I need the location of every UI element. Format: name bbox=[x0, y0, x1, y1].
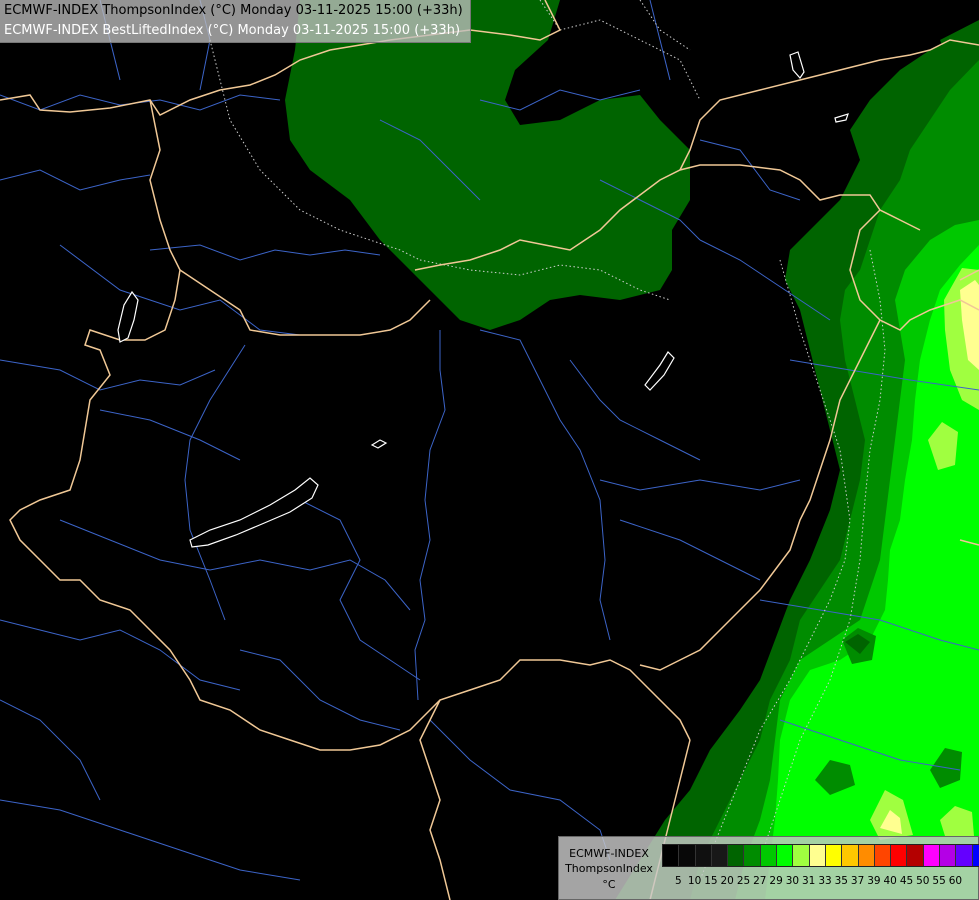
legend-tick-label: 20 bbox=[720, 875, 734, 887]
legend-tick-label: 37 bbox=[850, 875, 865, 887]
legend-swatch bbox=[663, 845, 680, 866]
legend-tick-labels: 5 10 15 20 25 27 29 30 31 33 35 37 39 40 45 50 55 60 bbox=[662, 875, 979, 889]
map-title-box: ECMWF-INDEX ThompsonIndex (°C) Monday 03… bbox=[0, 0, 471, 43]
legend-tick-label: 33 bbox=[818, 875, 832, 887]
title-line-best-lifted-index: ECMWF-INDEX BestLiftedIndex (°C) Monday … bbox=[4, 23, 461, 38]
legend-tick-label: 40 bbox=[883, 875, 897, 887]
legend-swatch bbox=[777, 845, 794, 866]
legend-tick-label: 50 bbox=[916, 875, 930, 887]
legend-swatch bbox=[956, 845, 973, 866]
legend-swatch bbox=[760, 845, 778, 866]
legend-tick-label: 5 bbox=[674, 875, 682, 887]
legend-swatch bbox=[923, 845, 941, 866]
legend-swatch bbox=[858, 845, 875, 866]
legend-swatch bbox=[744, 845, 761, 866]
legend-unit-label: °C bbox=[602, 878, 616, 891]
legend-tick-label: 27 bbox=[753, 875, 767, 887]
legend-swatch bbox=[793, 845, 810, 866]
legend-swatch bbox=[940, 845, 957, 866]
legend-swatch bbox=[711, 845, 729, 866]
legend-swatch bbox=[842, 845, 859, 866]
legend-swatch bbox=[907, 845, 924, 866]
legend-swatch bbox=[679, 845, 696, 866]
legend-swatch bbox=[809, 845, 826, 866]
title-line-thompson-index: ECMWF-INDEX ThompsonIndex (°C) Monday 03… bbox=[4, 3, 463, 18]
legend-swatch bbox=[972, 845, 979, 866]
legend-tick-label: 30 bbox=[785, 875, 800, 887]
color-legend: ECMWF-INDEX ThompsonIndex °C 5 10 15 20 25 27… bbox=[558, 836, 979, 900]
legend-model-label: ECMWF-INDEX bbox=[569, 847, 649, 860]
legend-swatch bbox=[695, 845, 712, 866]
legend-tick-label: 29 bbox=[769, 875, 783, 887]
legend-tick-label: 39 bbox=[867, 875, 881, 887]
legend-swatch bbox=[891, 845, 908, 866]
legend-tick-label: 31 bbox=[802, 875, 816, 887]
weather-map bbox=[0, 0, 979, 900]
legend-swatch bbox=[728, 845, 745, 866]
legend-color-scale bbox=[662, 844, 979, 867]
legend-tick-label: 25 bbox=[736, 875, 751, 887]
legend-tick-label: 60 bbox=[948, 875, 963, 887]
legend-parameter-label: ThompsonIndex bbox=[565, 862, 653, 875]
legend-tick-label: 55 bbox=[932, 875, 946, 887]
legend-tick-label: 35 bbox=[834, 875, 848, 887]
legend-tick-label: 15 bbox=[704, 875, 718, 887]
legend-swatch bbox=[825, 845, 843, 866]
legend-tick-label: 10 bbox=[687, 875, 702, 887]
legend-swatch bbox=[874, 845, 892, 866]
legend-tick-label: 45 bbox=[899, 875, 914, 887]
